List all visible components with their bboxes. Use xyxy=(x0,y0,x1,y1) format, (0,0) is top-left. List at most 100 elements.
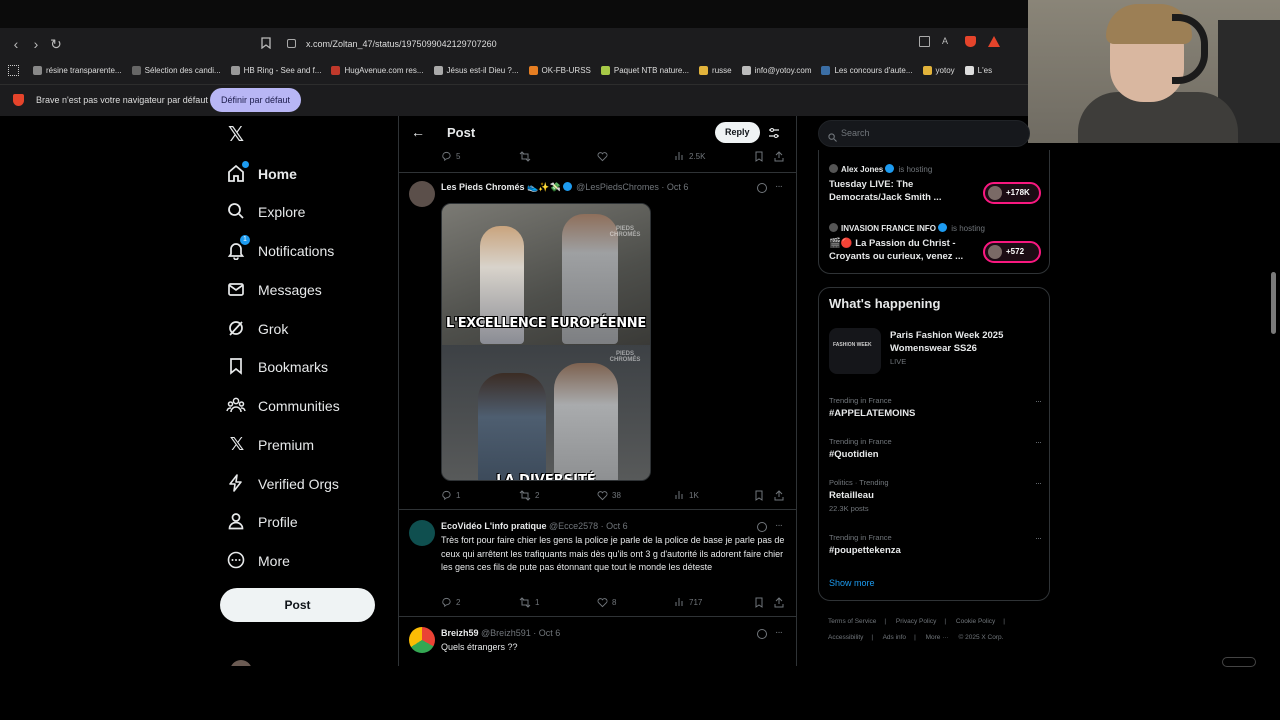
avatar[interactable] xyxy=(409,181,435,207)
reply-button[interactable]: Reply xyxy=(715,122,760,143)
bookmark-action[interactable] xyxy=(754,597,768,608)
live-space-item[interactable]: Alex Jones is hosting Tuesday LIVE: The … xyxy=(829,164,1041,204)
search-input[interactable]: Search xyxy=(818,120,1030,147)
grok-explain-icon[interactable] xyxy=(757,629,767,639)
display-name[interactable]: EcoVidéo L'info pratique xyxy=(441,521,546,531)
reply-action[interactable]: 5 xyxy=(441,151,460,162)
verified-badge-icon xyxy=(885,164,895,173)
avatar[interactable] xyxy=(409,520,435,546)
nav-messages[interactable]: Messages xyxy=(220,271,380,309)
nav-bookmarks[interactable]: Bookmarks xyxy=(220,348,380,386)
brave-shield-icon[interactable] xyxy=(965,36,976,47)
more-options-icon[interactable]: ··· xyxy=(1035,437,1042,447)
trend-item[interactable]: Trending in France #poupettekenza ··· xyxy=(829,533,1042,556)
apps-grid-icon[interactable] xyxy=(8,64,19,76)
forward-arrow-icon[interactable]: › xyxy=(28,36,44,52)
grok-explain-icon[interactable] xyxy=(757,522,767,532)
nav-grok[interactable]: Grok xyxy=(220,310,380,348)
x-logo-icon[interactable]: 𝕏 xyxy=(228,125,248,145)
nav-premium[interactable]: 𝕏 Premium xyxy=(220,426,380,464)
bookmark-item[interactable]: OK-FB-URSS xyxy=(528,65,591,75)
views-action[interactable]: 1K xyxy=(675,490,699,500)
page-scrollbar[interactable] xyxy=(1271,272,1276,334)
views-action[interactable]: 2.5K xyxy=(675,151,705,161)
terms-link[interactable]: Terms of Service xyxy=(828,618,876,625)
reply-action[interactable]: 2 xyxy=(441,597,460,608)
brave-rewards-icon[interactable] xyxy=(988,36,1000,47)
tweet-image[interactable]: PIEDS CHROMÉS L'EXCELLENCE EUROPÉENNE PI… xyxy=(441,203,651,481)
bookmark-item[interactable]: Paquet NTB nature... xyxy=(600,65,689,75)
bookmark-item[interactable]: info@yotoy.com xyxy=(741,65,811,75)
bookmark-action[interactable] xyxy=(754,151,768,162)
set-default-button[interactable]: Définir par défaut xyxy=(210,88,302,112)
like-action[interactable]: 8 xyxy=(597,597,616,608)
trend-item[interactable]: Politics · Trending Retailleau 22.3K pos… xyxy=(829,478,1042,513)
back-arrow-icon[interactable]: ← xyxy=(411,124,425,140)
site-info-icon[interactable] xyxy=(287,39,296,48)
display-name[interactable]: Les Pieds Chromés 👟✨💸 xyxy=(441,182,561,192)
cookie-link[interactable]: Cookie Policy xyxy=(956,618,995,625)
share-action[interactable] xyxy=(774,151,788,162)
bookmark-item[interactable]: L'es xyxy=(964,65,992,75)
address-bar[interactable]: x.com/Zoltan_47/status/19750990421297072… xyxy=(306,35,497,53)
nav-more[interactable]: More xyxy=(220,542,380,580)
bookmark-page-icon[interactable] xyxy=(258,36,274,52)
more-options-icon[interactable]: ··· xyxy=(1035,396,1042,406)
trend-item[interactable]: Trending in France #APPELATEMOINS ··· xyxy=(829,396,1042,419)
more-options-icon[interactable]: ··· xyxy=(775,181,783,192)
repost-action[interactable]: 2 xyxy=(519,490,539,501)
bookmark-folder[interactable]: yotoy xyxy=(922,65,955,75)
event-thumbnail[interactable]: FASHION WEEK xyxy=(829,328,881,374)
trend-item[interactable]: Trending in France #Quotidien ··· xyxy=(829,437,1042,460)
more-options-icon[interactable]: ··· xyxy=(1035,478,1042,488)
back-arrow-icon[interactable]: ‹ xyxy=(8,36,24,52)
more-options-icon[interactable]: ··· xyxy=(1035,533,1042,543)
compose-post-button[interactable]: Post xyxy=(220,588,375,622)
repost-action[interactable] xyxy=(519,151,535,162)
nav-home[interactable]: Home xyxy=(220,155,380,193)
nav-notifications[interactable]: 1 Notifications xyxy=(220,232,380,270)
footer-separator: | xyxy=(914,634,916,641)
translate-icon[interactable]: A xyxy=(942,36,953,47)
reply-action[interactable]: 1 xyxy=(441,490,460,501)
more-options-icon[interactable]: ··· xyxy=(775,520,783,531)
accessibility-link[interactable]: Accessibility xyxy=(828,634,863,641)
ads-info-link[interactable]: Ads info xyxy=(883,634,907,641)
listeners-pill[interactable]: +178K xyxy=(983,182,1041,204)
share-action[interactable] xyxy=(774,597,788,608)
bookmark-item[interactable]: Jésus est-il Dieu ?... xyxy=(433,65,519,75)
nav-verified-orgs[interactable]: Verified Orgs xyxy=(220,465,380,503)
bookmark-item[interactable]: HugAvenue.com res... xyxy=(331,65,424,75)
views-action[interactable]: 717 xyxy=(675,597,702,607)
privacy-link[interactable]: Privacy Policy xyxy=(896,618,936,625)
event-title[interactable]: Paris Fashion Week 2025 Womenswear SS26 xyxy=(890,329,1040,355)
repost-action[interactable]: 1 xyxy=(519,597,539,608)
display-name[interactable]: Breizh59 xyxy=(441,628,479,638)
bookmark-action[interactable] xyxy=(754,490,768,501)
nav-profile[interactable]: Profile xyxy=(220,503,380,541)
listeners-pill[interactable]: +572 xyxy=(983,241,1041,263)
avatar[interactable] xyxy=(409,627,435,653)
reload-icon[interactable]: ↻ xyxy=(48,36,64,52)
live-space-item[interactable]: INVASION FRANCE INFO is hosting 🎬🔴 La Pa… xyxy=(829,223,1041,263)
cast-icon[interactable] xyxy=(919,36,930,47)
filter-settings-icon[interactable] xyxy=(768,126,780,138)
bookmark-folder[interactable]: russe xyxy=(699,65,732,75)
nav-explore[interactable]: Explore xyxy=(220,193,380,231)
show-more-link[interactable]: Show more xyxy=(829,578,875,588)
reply-tweet[interactable]: Les Pieds Chromés 👟✨💸 @LesPiedsChromes ·… xyxy=(399,173,796,510)
bookmark-item[interactable]: résine transparente... xyxy=(33,65,122,75)
like-action[interactable]: 38 xyxy=(597,490,621,501)
reply-tweet[interactable]: EcoVidéo L'info pratique @Ecce2578 · Oct… xyxy=(399,510,796,617)
more-link[interactable]: More ··· xyxy=(926,634,949,641)
share-action[interactable] xyxy=(774,490,788,501)
more-options-icon[interactable]: ··· xyxy=(775,627,783,638)
bookmark-item[interactable]: Les concours d'aute... xyxy=(821,65,913,75)
floating-messages-button[interactable] xyxy=(1222,657,1256,667)
bookmark-item[interactable]: HB Ring - See and f... xyxy=(230,65,321,75)
grok-explain-icon[interactable] xyxy=(757,183,767,193)
like-action[interactable] xyxy=(597,151,612,162)
nav-communities[interactable]: Communities xyxy=(220,387,380,425)
reply-tweet[interactable]: Breizh59 @Breizh591 · Oct 6 ··· Quels ét… xyxy=(399,617,796,666)
bookmark-item[interactable]: Sélection des candi... xyxy=(131,65,221,75)
